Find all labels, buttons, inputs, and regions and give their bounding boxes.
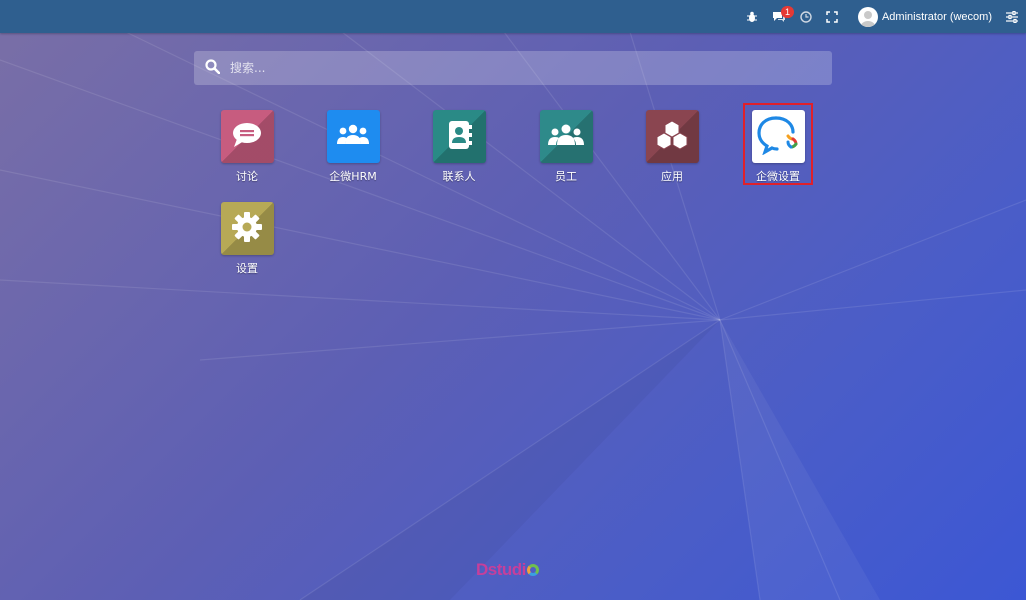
- gear-icon: [231, 211, 263, 247]
- brand-text: Dstudi: [476, 560, 526, 579]
- app-apps[interactable]: 应用: [637, 110, 707, 190]
- app-discuss[interactable]: 讨论: [212, 110, 282, 190]
- users-group-icon: [336, 124, 370, 150]
- user-avatar: [857, 6, 878, 27]
- search-bar[interactable]: [194, 51, 832, 85]
- top-navbar: 1 Administrator (wecom): [0, 0, 1026, 33]
- bug-icon: [746, 11, 758, 23]
- app-label: 设置: [236, 262, 258, 275]
- app-label: 企微HRM: [329, 170, 377, 183]
- cubes-icon: [656, 119, 688, 154]
- fullscreen-icon: [826, 10, 838, 23]
- app-settings[interactable]: 设置: [212, 202, 282, 282]
- clock-icon: [800, 10, 812, 23]
- chat-bubble-icon: [231, 121, 263, 153]
- app-contacts[interactable]: 联系人: [424, 110, 494, 190]
- app-label: 联系人: [442, 170, 476, 183]
- app-label: 应用: [661, 170, 683, 183]
- app-label: 讨论: [236, 170, 258, 183]
- app-icon-tile: [220, 202, 274, 255]
- settings-sliders-button[interactable]: [1006, 0, 1018, 33]
- settings-sliders-icon: [1006, 10, 1018, 23]
- debug-button[interactable]: [746, 0, 758, 33]
- search-input[interactable]: [230, 61, 810, 75]
- search-icon: [205, 58, 221, 78]
- wecom-icon: [756, 115, 800, 159]
- messages-button[interactable]: 1: [772, 0, 794, 33]
- app-label: 员工: [555, 170, 577, 183]
- background-lines: [0, 0, 1026, 600]
- app-employees[interactable]: 员工: [531, 110, 601, 190]
- fullscreen-button[interactable]: [826, 0, 838, 33]
- app-wecom-hrm[interactable]: 企微HRM: [318, 110, 388, 190]
- brand-o-icon: [526, 564, 539, 576]
- app-icon-tile: [539, 110, 593, 163]
- user-menu[interactable]: Administrator (wecom): [857, 0, 992, 33]
- user-name: Administrator (wecom): [881, 10, 992, 23]
- app-icon-tile: [432, 110, 486, 163]
- notification-badge: 1: [780, 6, 794, 18]
- app-icon-tile: [326, 110, 380, 163]
- app-icon-tile: [220, 110, 274, 163]
- address-book-icon: [446, 120, 472, 154]
- app-icon-tile: [645, 110, 699, 163]
- activity-button[interactable]: [800, 0, 812, 33]
- brand-logo: Dstudi: [476, 560, 539, 580]
